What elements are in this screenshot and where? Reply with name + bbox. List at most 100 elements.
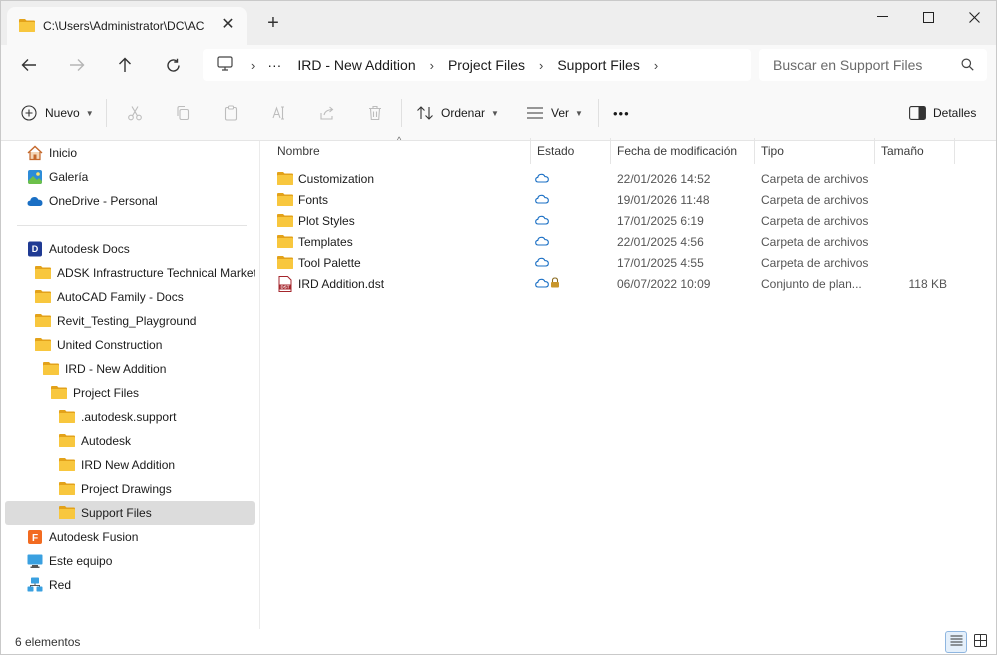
file-modified: 22/01/2026 14:52 [617,171,711,186]
pane-splitter[interactable] [259,141,260,629]
file-modified: 19/01/2026 11:48 [617,192,710,207]
sidebar-item-support-files[interactable]: Support Files [5,501,255,525]
paste-button[interactable] [221,99,241,127]
file-size [881,231,947,252]
status-bar: 6 elementos [1,629,996,654]
file-name: Customization [298,171,375,186]
autodesk-docs-icon: D [27,241,43,257]
back-arrow-icon[interactable] [15,53,43,77]
sidebar-item-united-construction[interactable]: United Construction [35,333,255,357]
maximize-icon[interactable] [905,5,951,29]
search-icon[interactable] [961,58,975,72]
lock-icon [550,276,560,291]
forward-arrow-icon[interactable] [63,53,91,77]
file-size [881,189,947,210]
scissors-icon [125,103,145,123]
sidebar-item-project-files[interactable]: Project Files [51,381,251,405]
fusion-icon: F [27,529,43,545]
breadcrumb-overflow[interactable]: ··· [267,57,281,73]
file-row-tool-palette[interactable]: Tool Palette 17/01/2025 4:55 Carpeta de … [273,252,973,273]
chevron-right-icon[interactable]: › [654,58,658,73]
file-row-plot-styles[interactable]: Plot Styles 17/01/2025 6:19 Carpeta de a… [273,210,973,231]
file-modified: 17/01/2025 4:55 [617,255,704,270]
cloud-status-icon [535,193,549,207]
sidebar-item-ird-new-addition-sub[interactable]: IRD New Addition [59,453,249,477]
new-button[interactable]: Nuevo ▼ [19,99,94,127]
file-name: Fonts [298,192,329,207]
sidebar-item-label: Inicio [49,146,78,160]
share-button[interactable] [317,99,337,127]
address-bar[interactable]: › ··· IRD - New Addition › Project Files… [203,49,751,81]
file-row-templates[interactable]: Templates 22/01/2025 4:56 Carpeta de arc… [273,231,973,252]
folder-icon [59,505,75,521]
details-view-button[interactable] [945,631,967,653]
new-button-label: Nuevo [45,106,80,120]
sidebar-item-gallery[interactable]: Galería [27,165,247,189]
dst-file-icon: DST [277,275,293,292]
sidebar-item-this-pc[interactable]: Este equipo [27,549,247,573]
breadcrumb-ird-new-addition[interactable]: IRD - New Addition [297,57,415,73]
chevron-down-icon: ▼ [575,108,583,118]
details-view-icon [950,635,963,649]
sidebar-item-label: IRD New Addition [81,458,176,472]
file-row-customization[interactable]: Customization 22/01/2026 14:52 Carpeta d… [273,168,973,189]
copy-button[interactable] [173,99,193,127]
file-size: 118 KB [908,276,947,291]
active-tab[interactable]: C:\Users\Administrator\DC\AC ✕ [7,7,247,45]
close-window-icon[interactable] [951,5,996,29]
sidebar-item-autodesk-docs[interactable]: D Autodesk Docs [27,237,247,261]
sidebar-item-autocad-family[interactable]: AutoCAD Family - Docs [35,285,255,309]
computer-icon[interactable] [217,56,233,74]
sidebar-item-autodesk[interactable]: Autodesk [59,429,249,453]
more-options-icon: ••• [613,105,630,121]
delete-button[interactable] [365,99,385,127]
column-header-name[interactable]: Nombre [271,138,531,164]
view-button[interactable]: Ver ▼ [525,99,583,127]
view-button-label: Ver [551,106,570,120]
new-tab-icon[interactable]: + [263,13,283,33]
sidebar-item-ird-new-addition[interactable]: IRD - New Addition [43,357,253,381]
cut-button[interactable] [125,99,145,127]
column-header-status[interactable]: Estado [531,138,611,164]
sidebar-item-autodesk-fusion[interactable]: F Autodesk Fusion [27,525,247,549]
column-header-type[interactable]: Tipo [755,138,875,164]
sidebar-item-label: Autodesk Fusion [49,530,139,544]
sidebar-item-project-drawings[interactable]: Project Drawings [59,477,249,501]
sort-button[interactable]: Ordenar ▼ [415,99,499,127]
sidebar-item-onedrive[interactable]: OneDrive - Personal [27,189,247,213]
close-tab-icon[interactable]: ✕ [219,16,237,34]
details-pane-icon [907,103,927,123]
rename-button[interactable] [269,99,289,127]
refresh-icon[interactable] [159,53,187,77]
file-row-fonts[interactable]: Fonts 19/01/2026 11:48 Carpeta de archiv… [273,189,973,210]
folder-icon [277,234,293,250]
minimize-icon[interactable] [859,5,905,29]
tiles-view-button[interactable] [969,631,991,653]
folder-icon [59,409,75,425]
more-options-button[interactable]: ••• [613,99,630,127]
onedrive-icon [27,193,43,209]
sidebar-item-revit-testing[interactable]: Revit_Testing_Playground [35,309,255,333]
sort-button-label: Ordenar [441,106,486,120]
breadcrumb-project-files[interactable]: Project Files [448,57,525,73]
file-size [881,210,947,231]
search-input[interactable]: Buscar en Support Files [759,49,987,81]
cloud-status-icon [535,235,549,249]
cloud-status-icon [535,256,549,270]
sidebar-item-adsk-infrastructure[interactable]: ADSK Infrastructure Technical Marketi [35,261,255,285]
up-arrow-icon[interactable] [111,53,139,77]
file-type: Carpeta de archivos [761,171,869,186]
cloud-status-icon [535,214,549,228]
sidebar-item-home[interactable]: Inicio [27,141,247,165]
file-row-ird-addition-dst[interactable]: DST IRD Addition.dst 06/07/2022 10:09 Con… [273,273,973,294]
column-header-modified[interactable]: Fecha de modificación [611,138,755,164]
column-header-size[interactable]: Tamaño [875,138,955,164]
breadcrumb-support-files[interactable]: Support Files [557,57,639,73]
sidebar-item-network[interactable]: Red [27,573,247,597]
folder-icon [35,313,51,329]
file-name: Templates [298,234,353,249]
sidebar-item-autodesk-support[interactable]: .autodesk.support [59,405,249,429]
network-icon [27,577,43,593]
details-pane-button[interactable]: Detalles [907,99,976,127]
folder-icon [277,255,293,271]
